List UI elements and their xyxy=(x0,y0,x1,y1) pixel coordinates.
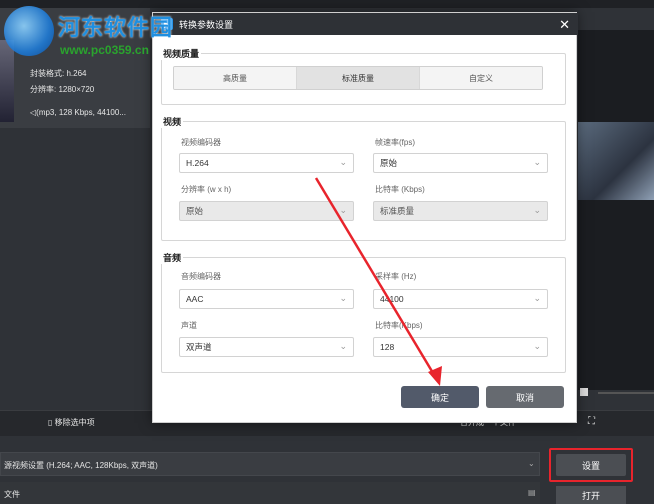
quality-option-custom[interactable]: 自定义 xyxy=(420,67,542,89)
conversion-settings-dialog: ▶ 转换参数设置 ✕ 视频质量 高质量 标准质量 自定义 视频 视频编码器 H.… xyxy=(152,12,578,423)
source-settings-text: 源视频设置 (H.264; AAC, 128Kbps, 双声道) xyxy=(4,461,158,470)
watermark-logo xyxy=(4,6,54,56)
audio-section-label: 音频 xyxy=(161,251,184,264)
video-bitrate-value: 标准质量 xyxy=(380,206,415,216)
quality-selector: 高质量 标准质量 自定义 xyxy=(173,66,543,90)
close-icon[interactable]: ✕ xyxy=(559,17,570,33)
file-label: 文件 xyxy=(4,490,20,499)
open-button[interactable]: 打开 xyxy=(556,486,626,504)
channel-value: 双声道 xyxy=(186,342,212,352)
video-encoder-label: 视频编码器 xyxy=(181,138,221,147)
channel-label: 声道 xyxy=(181,321,197,330)
chevron-down-icon: ⌄ xyxy=(533,341,541,351)
quality-option-standard[interactable]: 标准质量 xyxy=(297,67,420,89)
resolution-select[interactable]: 原始 ⌄ xyxy=(179,201,354,221)
audio-encoder-label: 音频编码器 xyxy=(181,272,221,281)
audio-bitrate-label: 比特率(Kbps) xyxy=(375,321,423,330)
resolution-info: 分辨率: 1280×720 xyxy=(30,85,95,94)
resolution-value: 原始 xyxy=(186,206,204,216)
framerate-value: 原始 xyxy=(380,158,398,168)
channel-select[interactable]: 双声道 ⌄ xyxy=(179,337,354,357)
chevron-down-icon: ⌄ xyxy=(339,205,347,215)
preview-image xyxy=(578,122,654,200)
audio-bitrate-value: 128 xyxy=(380,342,395,352)
dialog-titlebar: ▶ 转换参数设置 ✕ xyxy=(153,13,578,35)
folder-icon[interactable]: ▤ xyxy=(528,488,536,497)
samplerate-select[interactable]: 44100 ⌄ xyxy=(373,289,548,309)
dialog-title: 转换参数设置 xyxy=(179,19,234,30)
framerate-select[interactable]: 原始 ⌄ xyxy=(373,153,548,173)
format-info: 封装格式: h.264 xyxy=(30,69,87,78)
video-section-label: 视频 xyxy=(161,115,184,128)
chevron-down-icon: ⌄ xyxy=(339,293,347,303)
highlight-box xyxy=(549,448,633,482)
chevron-down-icon: ⌄ xyxy=(339,341,347,351)
video-encoder-value: H.264 xyxy=(186,158,209,168)
stop-icon[interactable] xyxy=(580,388,588,396)
chevron-down-icon: ⌄ xyxy=(339,157,347,167)
remove-selected-button[interactable]: ▯ 移除选中项 xyxy=(48,417,95,428)
video-thumbnail xyxy=(0,40,14,122)
quality-section-label: 视频质量 xyxy=(161,47,202,60)
framerate-label: 帧速率(fps) xyxy=(375,138,415,147)
top-bar xyxy=(0,0,654,8)
chevron-down-icon: ⌄ xyxy=(533,205,541,215)
video-bitrate-label: 比特率 (Kbps) xyxy=(375,185,425,194)
fullscreen-icon[interactable]: ⛶ xyxy=(588,416,595,427)
chevron-down-icon: ⌄ xyxy=(533,157,541,167)
audio-info: ◁(mp3, 128 Kbps, 44100... xyxy=(30,108,126,117)
chevron-down-icon[interactable]: ⌄ xyxy=(528,459,535,468)
audio-bitrate-select[interactable]: 128 ⌄ xyxy=(373,337,548,357)
chevron-down-icon: ⌄ xyxy=(533,293,541,303)
samplerate-value: 44100 xyxy=(380,294,404,304)
watermark-title: 河东软件园 xyxy=(58,15,174,41)
cancel-button[interactable]: 取消 xyxy=(486,386,564,408)
ok-button[interactable]: 确定 xyxy=(401,386,479,408)
video-encoder-select[interactable]: H.264 ⌄ xyxy=(179,153,354,173)
video-bitrate-select[interactable]: 标准质量 ⌄ xyxy=(373,201,548,221)
audio-encoder-value: AAC xyxy=(186,294,204,304)
file-icon: ▯ xyxy=(48,418,55,427)
samplerate-label: 采样率 (Hz) xyxy=(375,272,417,281)
volume-slider[interactable] xyxy=(598,392,654,394)
watermark-url: www.pc0359.cn xyxy=(60,43,149,57)
output-folder-field[interactable] xyxy=(0,482,540,504)
quality-option-high[interactable]: 高质量 xyxy=(174,67,297,89)
resolution-label: 分辨率 (w x h) xyxy=(181,185,232,194)
video-section xyxy=(161,121,566,241)
audio-encoder-select[interactable]: AAC ⌄ xyxy=(179,289,354,309)
preview-area xyxy=(578,30,654,390)
